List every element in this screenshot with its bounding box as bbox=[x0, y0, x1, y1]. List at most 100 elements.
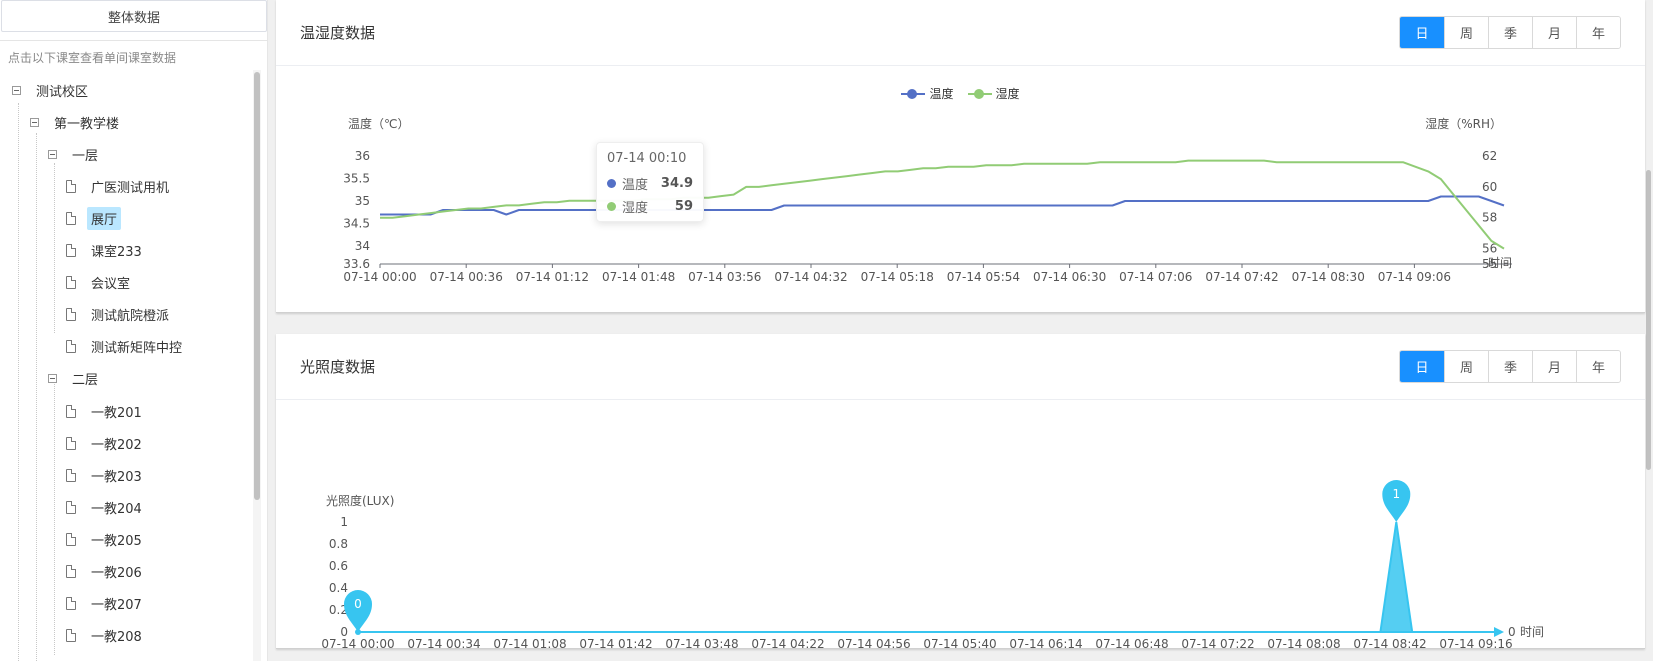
illuminance-line bbox=[358, 521, 1494, 633]
tree-item-label: 一教203 bbox=[91, 469, 142, 485]
y-axis-title-left: 温度（℃） bbox=[348, 116, 409, 131]
tree-item[interactable]: 测试校区 bbox=[12, 77, 92, 103]
tree-guide-line bbox=[36, 133, 37, 661]
file-icon bbox=[66, 532, 76, 546]
tooltip-value: 34.9 bbox=[660, 176, 693, 191]
x-tick-label: 07-14 09:06 bbox=[1378, 270, 1451, 284]
legend-item[interactable]: 湿度 bbox=[967, 85, 1020, 102]
period-button[interactable]: 年 bbox=[1576, 351, 1620, 382]
x-tick-label: 07-14 03:56 bbox=[688, 270, 761, 284]
tree-item-label: 一教201 bbox=[91, 405, 142, 421]
y-tick-left: 35 bbox=[355, 194, 370, 208]
tree-guide-line bbox=[54, 163, 55, 333]
tree-item-label: 一教205 bbox=[91, 533, 142, 549]
tree-item[interactable]: 二层 bbox=[48, 366, 102, 392]
file-icon bbox=[66, 468, 76, 482]
collapse-toggle-icon[interactable] bbox=[48, 149, 57, 159]
overall-data-button[interactable]: 整体数据 bbox=[1, 0, 267, 32]
legend-swatch-icon bbox=[901, 88, 926, 100]
period-button[interactable]: 日 bbox=[1400, 351, 1444, 382]
x-tick-label: 07-14 07:42 bbox=[1205, 270, 1278, 284]
x-tick-label: 07-14 00:00 bbox=[343, 270, 416, 284]
tree-item[interactable]: 测试新矩阵中控 bbox=[66, 334, 186, 360]
period-selector: 日周季月年 bbox=[1399, 16, 1621, 49]
period-button[interactable]: 周 bbox=[1444, 17, 1488, 48]
y-tick: 0.6 bbox=[329, 559, 348, 573]
tree-item-label: 一层 bbox=[72, 148, 99, 164]
y-tick: 0.4 bbox=[329, 581, 348, 595]
tree-item-label: 第一教学楼 bbox=[54, 116, 120, 132]
tree-item[interactable]: 第一教学楼 bbox=[30, 109, 123, 135]
tree-item[interactable]: 一教206 bbox=[66, 559, 146, 585]
tree-item-label: 一教202 bbox=[91, 437, 142, 453]
x-tick-label: 07-14 07:22 bbox=[1181, 637, 1254, 648]
x-tick-label: 07-14 08:08 bbox=[1267, 637, 1340, 648]
tree-item[interactable]: 一教203 bbox=[66, 462, 146, 488]
x-tick-label: 07-14 05:40 bbox=[923, 637, 996, 648]
period-button[interactable]: 季 bbox=[1488, 351, 1532, 382]
tree-item[interactable]: 一教202 bbox=[66, 430, 146, 456]
tooltip-row-humidity: 湿度 59 bbox=[607, 195, 693, 218]
file-icon bbox=[66, 244, 76, 257]
tree-item-label: 一教206 bbox=[91, 566, 142, 581]
period-button[interactable]: 季 bbox=[1488, 17, 1532, 48]
data-point bbox=[355, 629, 361, 635]
legend-item[interactable]: 温度 bbox=[901, 85, 954, 102]
series-line-temperature bbox=[380, 195, 1505, 216]
tree-item[interactable]: 一层 bbox=[48, 141, 102, 167]
period-button[interactable]: 日 bbox=[1400, 17, 1444, 48]
tree-item[interactable]: 会议室 bbox=[66, 270, 134, 296]
file-icon bbox=[66, 276, 76, 290]
x-tick-label: 07-14 01:42 bbox=[579, 637, 652, 648]
period-button[interactable]: 月 bbox=[1532, 351, 1576, 382]
tree-item[interactable]: 展厅 bbox=[66, 205, 122, 231]
tooltip-name: 湿度 bbox=[622, 201, 649, 216]
file-icon bbox=[66, 436, 76, 450]
tree-item-label: 广医测试用机 bbox=[91, 180, 170, 196]
y-tick-left: 33.6 bbox=[343, 257, 370, 271]
y-tick: 1 bbox=[340, 515, 348, 529]
tree-item-label: 测试新矩阵中控 bbox=[91, 341, 183, 357]
file-icon bbox=[66, 629, 76, 643]
period-selector: 日周季月年 bbox=[1399, 350, 1621, 383]
collapse-toggle-icon[interactable] bbox=[12, 85, 21, 95]
data-marker-pin[interactable]: 0 bbox=[344, 590, 372, 632]
illuminance-chart: 光照度(LUX)00.20.40.60.810 时间07-14 00:00 07-1… bbox=[321, 480, 1544, 648]
period-button[interactable]: 年 bbox=[1576, 17, 1620, 48]
tooltip-time: 07-14 00:10 bbox=[607, 151, 687, 166]
tree-item[interactable]: 一教201 bbox=[66, 398, 146, 424]
tree-item[interactable]: 课室233 bbox=[66, 238, 146, 264]
period-button[interactable]: 周 bbox=[1444, 351, 1488, 382]
collapse-toggle-icon[interactable] bbox=[30, 117, 39, 127]
y-tick: 0.8 bbox=[329, 537, 348, 551]
tooltip-row-temperature: 温度 34.9 bbox=[607, 172, 693, 195]
sidebar-hint: 点击以下课室查看单间课室数据 bbox=[8, 51, 177, 65]
file-icon bbox=[66, 211, 76, 225]
card-header: 光照度数据 日周季月年 bbox=[276, 334, 1645, 400]
x-tick-label: 07-14 06:30 bbox=[1033, 270, 1106, 284]
tree-item[interactable]: 一教205 bbox=[66, 526, 146, 552]
data-marker-pin[interactable]: 1 bbox=[1382, 480, 1411, 522]
tree-guide-line bbox=[18, 103, 19, 661]
period-button[interactable]: 月 bbox=[1532, 17, 1576, 48]
tree-item[interactable]: 广医测试用机 bbox=[66, 173, 173, 199]
file-icon bbox=[66, 340, 76, 354]
tree-item-label: 课室233 bbox=[91, 245, 142, 260]
tree-scrollbar[interactable] bbox=[254, 72, 260, 500]
x-tick-label: 07-14 05:54 bbox=[947, 270, 1020, 284]
x-tick-label: 07-14 09:16 bbox=[1439, 637, 1512, 648]
x-tick-label: 07-14 00:36 bbox=[430, 270, 503, 284]
page-scrollbar[interactable] bbox=[1646, 170, 1651, 470]
y-axis-title: 光照度(LUX) bbox=[326, 493, 394, 508]
collapse-toggle-icon[interactable] bbox=[48, 374, 57, 384]
tree-item[interactable]: 一教204 bbox=[66, 494, 146, 520]
tree-item[interactable]: 测试航院橙派 bbox=[66, 302, 173, 328]
tree-item[interactable]: 一教207 bbox=[66, 591, 146, 617]
divider bbox=[0, 40, 268, 41]
temp-humidity-chart: 温度（℃） 湿度（%RH）33.63434.53535.5365556586062… bbox=[343, 116, 1512, 284]
x-tick-label: 07-14 04:32 bbox=[774, 270, 847, 284]
tree-item[interactable]: 一教208 bbox=[66, 623, 146, 649]
card-header: 温湿度数据 日周季月年 bbox=[276, 0, 1645, 66]
legend-swatch-icon bbox=[967, 88, 992, 100]
illuminance-card: 光照度数据 日周季月年 光照度(LUX) 0 0.2 0.4 0.6 0.8 1 0 时间 07-… bbox=[276, 334, 1645, 649]
